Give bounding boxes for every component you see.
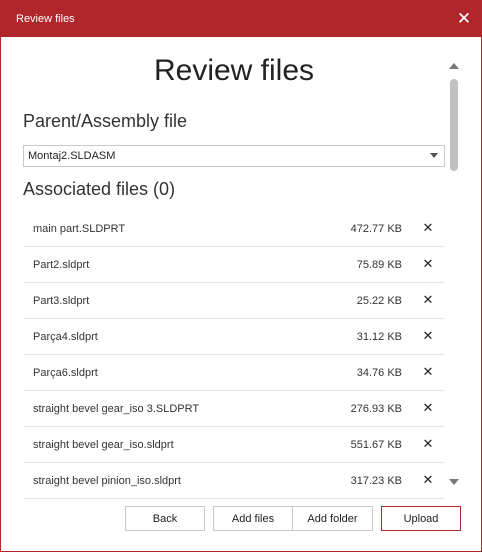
upload-button[interactable]: Upload bbox=[381, 506, 461, 531]
scroll-up-icon[interactable] bbox=[449, 63, 459, 69]
file-size: 317.23 KB bbox=[350, 475, 402, 487]
list-item: main part.SLDPRT 472.77 KB ✕ bbox=[23, 211, 445, 247]
page-title: Review files bbox=[153, 54, 315, 87]
add-folder-button[interactable]: Add folder bbox=[292, 506, 373, 531]
file-size: 75.89 KB bbox=[356, 259, 402, 271]
title-bar: Review files ✕ bbox=[1, 1, 481, 37]
file-name: Parça6.sldprt bbox=[33, 367, 98, 379]
remove-icon[interactable]: ✕ bbox=[419, 471, 437, 489]
list-item: Parça6.sldprt 34.76 KB ✕ bbox=[23, 355, 445, 391]
file-size: 25.22 KB bbox=[356, 295, 402, 307]
file-name: Part3.sldprt bbox=[33, 295, 90, 307]
list-item: Part2.sldprt 75.89 KB ✕ bbox=[23, 247, 445, 283]
dialog-content: Review files Parent/Assembly file Montaj… bbox=[1, 37, 481, 551]
scrollbar[interactable] bbox=[448, 57, 460, 485]
remove-icon[interactable]: ✕ bbox=[419, 291, 437, 309]
parent-file-label: Parent/Assembly file bbox=[23, 111, 188, 131]
list-item: Parça4.sldprt 31.12 KB ✕ bbox=[23, 319, 445, 355]
file-size: 276.93 KB bbox=[350, 403, 402, 415]
file-name: Parça4.sldprt bbox=[33, 331, 98, 343]
remove-icon[interactable]: ✕ bbox=[419, 435, 437, 453]
scroll-down-icon[interactable] bbox=[449, 479, 459, 485]
close-icon[interactable]: ✕ bbox=[447, 1, 481, 37]
scrollbar-thumb[interactable] bbox=[450, 79, 458, 171]
file-size: 551.67 KB bbox=[350, 439, 402, 451]
parent-file-value: Montaj2.SLDASM bbox=[28, 150, 116, 162]
file-name: Part2.sldprt bbox=[33, 259, 90, 271]
remove-icon[interactable]: ✕ bbox=[419, 255, 437, 273]
associated-files-label: Associated files (0) bbox=[23, 179, 176, 199]
parent-file-select[interactable]: Montaj2.SLDASM bbox=[23, 145, 445, 167]
remove-icon[interactable]: ✕ bbox=[419, 399, 437, 417]
chevron-down-icon bbox=[430, 153, 438, 158]
file-list: main part.SLDPRT 472.77 KB ✕ Part2.sldpr… bbox=[23, 211, 445, 499]
remove-icon[interactable]: ✕ bbox=[419, 327, 437, 345]
window-title: Review files bbox=[16, 13, 75, 25]
file-name: straight bevel gear_iso 3.SLDPRT bbox=[33, 403, 200, 415]
add-files-button[interactable]: Add files bbox=[213, 506, 293, 531]
list-item: straight bevel pinion_iso.sldprt 317.23 … bbox=[23, 463, 445, 499]
review-files-dialog: Review files ✕ Review files Parent/Assem… bbox=[0, 0, 482, 552]
remove-icon[interactable]: ✕ bbox=[419, 219, 437, 237]
file-name: main part.SLDPRT bbox=[33, 223, 126, 235]
list-item: straight bevel gear_iso 3.SLDPRT 276.93 … bbox=[23, 391, 445, 427]
file-size: 472.77 KB bbox=[350, 223, 402, 235]
remove-icon[interactable]: ✕ bbox=[419, 363, 437, 381]
file-size: 31.12 KB bbox=[356, 331, 402, 343]
list-item: Part3.sldprt 25.22 KB ✕ bbox=[23, 283, 445, 319]
file-name: straight bevel gear_iso.sldprt bbox=[33, 439, 174, 451]
file-name: straight bevel pinion_iso.sldprt bbox=[33, 475, 181, 487]
back-button[interactable]: Back bbox=[125, 506, 205, 531]
list-item: straight bevel gear_iso.sldprt 551.67 KB… bbox=[23, 427, 445, 463]
file-size: 34.76 KB bbox=[356, 367, 402, 379]
